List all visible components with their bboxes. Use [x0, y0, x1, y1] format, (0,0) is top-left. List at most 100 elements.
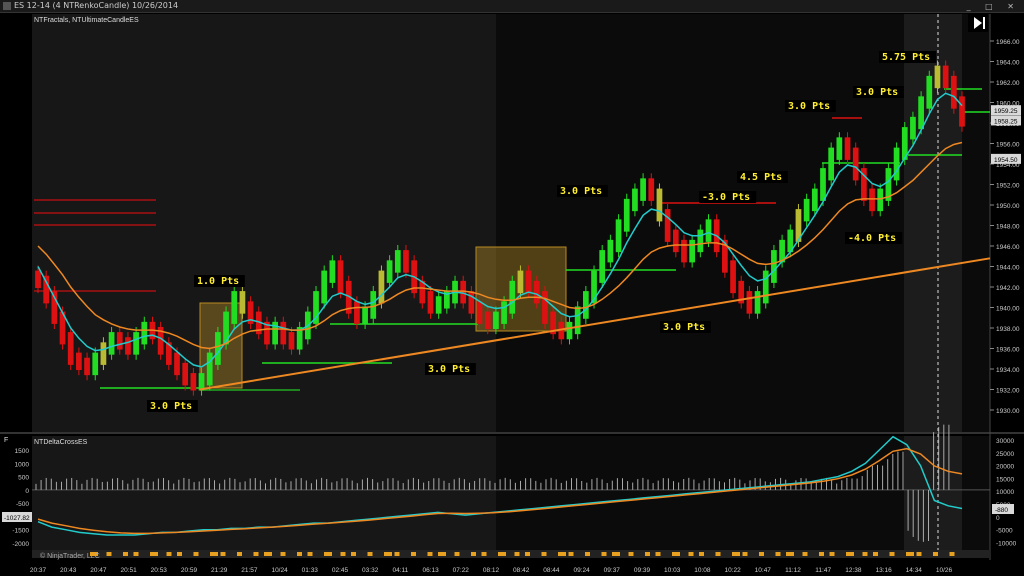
brick-5 — [76, 352, 82, 371]
brick-78 — [672, 229, 679, 253]
strip-mark-39 — [655, 552, 661, 556]
scroll-to-end-icon[interactable] — [968, 14, 988, 32]
renko-chart[interactable]: 3.0 Pts 1.0 Pts 3.0 Pts 3.0 Pts 3.0 Pts -3.0 … — [0, 0, 1024, 576]
brick-44 — [394, 250, 401, 273]
strip-mark-11 — [253, 552, 259, 556]
brick-19 — [190, 373, 197, 391]
price-tick-11: 1944.00 — [996, 265, 1020, 272]
strip-mark-31 — [541, 552, 547, 556]
strip-mark-49 — [802, 552, 808, 556]
price-tick-12: 1942.00 — [996, 285, 1020, 292]
strip-mark-37 — [628, 552, 634, 556]
strip-mark-36 — [612, 552, 620, 556]
strip-mark-44 — [732, 552, 740, 556]
annotation-6: 4.5 Pts — [737, 171, 788, 183]
annotation-text-10: -4.0 Pts — [848, 233, 896, 244]
price-tag-0: 1959.25 — [994, 108, 1018, 115]
annotation-text-5: -3.0 Pts — [702, 192, 750, 203]
brick-76 — [656, 188, 663, 222]
strip-mark-45 — [742, 552, 748, 556]
delta-shade-1 — [32, 436, 496, 550]
brick-36 — [329, 260, 336, 283]
brick-80 — [689, 239, 696, 263]
strip-mark-20 — [384, 552, 392, 556]
time-tick-28: 13:16 — [875, 567, 892, 574]
time-tick-22: 10:08 — [694, 567, 711, 574]
brick-24 — [231, 291, 238, 324]
price-tick-7: 1952.00 — [996, 183, 1020, 190]
price-tick-15: 1936.00 — [996, 347, 1020, 354]
brick-30 — [280, 321, 287, 345]
time-tick-18: 09:24 — [573, 567, 590, 574]
delta-right-tick-7: -5000 — [996, 528, 1013, 535]
annotation-0: 3.0 Pts — [147, 400, 198, 412]
time-tick-6: 21:29 — [211, 567, 228, 574]
time-tick-19: 09:37 — [604, 567, 621, 574]
strip-mark-21 — [394, 552, 400, 556]
brick-43 — [386, 260, 393, 283]
strip-mark-26 — [471, 552, 476, 556]
brick-60 — [525, 270, 532, 294]
brick-39 — [354, 301, 360, 324]
brick-111 — [942, 65, 949, 89]
brick-102 — [869, 188, 875, 212]
brick-21 — [206, 352, 213, 386]
strip-mark-34 — [585, 552, 590, 556]
strip-mark-46 — [759, 552, 764, 556]
strip-mark-40 — [672, 552, 680, 556]
annotation-text-4: 3.0 Pts — [560, 186, 602, 197]
strip-mark-14 — [297, 552, 302, 556]
time-tick-7: 21:57 — [241, 567, 258, 574]
annotation-text-0: 3.0 Pts — [150, 401, 192, 412]
strip-mark-48 — [786, 552, 794, 556]
brick-37 — [337, 260, 344, 294]
brick-88 — [754, 291, 761, 314]
strip-mark-52 — [846, 552, 854, 556]
time-tick-24: 10:47 — [755, 567, 772, 574]
strip-mark-38 — [645, 552, 650, 556]
brick-18 — [182, 362, 189, 386]
price-tick-2: 1962.00 — [996, 80, 1020, 87]
annotation-9: 5.75 Pts — [879, 51, 937, 63]
strip-mark-28 — [498, 552, 506, 556]
strip-mark-56 — [906, 552, 914, 556]
strip-mark-59 — [949, 552, 955, 556]
strip-mark-35 — [601, 552, 607, 556]
strip-mark-12 — [264, 552, 272, 556]
time-tick-5: 20:59 — [181, 567, 198, 574]
delta-right-tick-6: 0 — [996, 515, 1000, 522]
brick-48 — [427, 291, 434, 314]
strip-mark-22 — [411, 552, 416, 556]
delta-right-tick-3: 15000 — [996, 476, 1014, 483]
price-tick-16: 1934.00 — [996, 367, 1020, 374]
brick-73 — [632, 188, 638, 212]
strip-mark-19 — [367, 552, 373, 556]
time-tick-11: 03:32 — [362, 567, 379, 574]
delta-indicator-label: NTDeltaCrossES — [34, 439, 88, 446]
brick-35 — [321, 270, 328, 304]
price-tick-5: 1956.00 — [996, 142, 1020, 149]
strip-mark-18 — [351, 552, 356, 556]
brick-54 — [476, 301, 483, 324]
brick-17 — [174, 352, 180, 376]
delta-right-tick-4: 10000 — [996, 489, 1014, 496]
brick-89 — [762, 270, 769, 304]
annotation-text-8: 3.0 Pts — [856, 87, 898, 98]
brick-49 — [435, 296, 442, 314]
time-tick-27: 12:38 — [845, 567, 862, 574]
brick-87 — [746, 291, 753, 314]
strip-mark-16 — [324, 552, 332, 556]
brick-22 — [215, 332, 221, 365]
brick-71 — [615, 219, 622, 253]
annotation-7: 3.0 Pts — [785, 100, 836, 112]
brick-9 — [108, 332, 115, 355]
time-tick-20: 09:39 — [634, 567, 651, 574]
brick-56 — [493, 311, 499, 330]
time-tick-30: 10/26 — [936, 567, 953, 574]
brick-100 — [852, 147, 859, 181]
strip-mark-2 — [123, 552, 128, 556]
price-tag-1: 1958.25 — [994, 118, 1018, 125]
delta-left-tick-7: -2000 — [12, 541, 29, 548]
brick-11 — [125, 337, 131, 355]
strip-mark-6 — [177, 552, 182, 556]
